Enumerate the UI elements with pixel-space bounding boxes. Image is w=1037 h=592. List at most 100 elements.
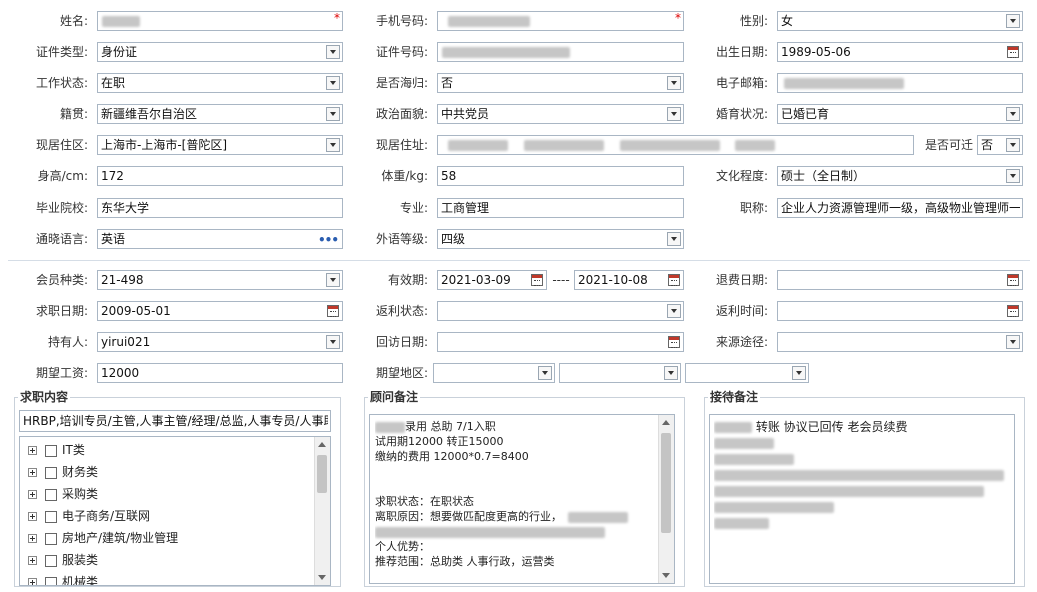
chevron-down-icon[interactable]	[1006, 138, 1020, 152]
calendar-icon[interactable]	[1007, 274, 1019, 286]
job-content-summary[interactable]: HRBP,培训专员/主管,人事主管/经理/总监,人事专员/人事助	[19, 410, 331, 432]
langlevel-select[interactable]: 四级	[437, 229, 684, 249]
chevron-down-icon[interactable]	[664, 366, 678, 380]
chevron-down-icon[interactable]	[326, 273, 340, 287]
scroll-down-icon[interactable]	[662, 573, 670, 578]
area-city-select[interactable]	[559, 363, 681, 383]
tree-item[interactable]: 机械类	[28, 573, 98, 585]
expand-icon[interactable]	[28, 446, 37, 455]
expand-icon[interactable]	[28, 512, 37, 521]
chevron-down-icon[interactable]	[326, 45, 340, 59]
tree-item[interactable]: 服装类	[28, 551, 98, 569]
scroll-up-icon[interactable]	[662, 420, 670, 425]
major-input[interactable]: 工商管理	[437, 198, 684, 218]
expand-icon[interactable]	[28, 534, 37, 543]
expand-icon[interactable]	[28, 490, 37, 499]
chevron-down-icon[interactable]	[326, 335, 340, 349]
calendar-icon[interactable]	[531, 274, 543, 286]
valid-from-input[interactable]: 2021-03-09	[437, 270, 547, 290]
advisor-remarks-textarea[interactable]: 录用 总助 7/1入职 试用期12000 转正15000 缴纳的费用 12000…	[369, 414, 675, 584]
idtype-select[interactable]: 身份证	[97, 42, 343, 62]
chevron-down-icon[interactable]	[667, 76, 681, 90]
name-input[interactable]	[97, 11, 343, 31]
tree-scrollbar[interactable]	[314, 437, 330, 585]
political-value: 中共党员	[441, 107, 490, 121]
expand-icon[interactable]	[28, 556, 37, 565]
tree-item[interactable]: 采购类	[28, 485, 98, 503]
chevron-down-icon[interactable]	[1006, 169, 1020, 183]
checkbox[interactable]	[45, 554, 57, 567]
relocate-select[interactable]: 否	[977, 135, 1023, 155]
redacted-idno	[442, 47, 570, 58]
calendar-icon[interactable]	[327, 305, 339, 317]
visit-date-input[interactable]	[437, 332, 684, 352]
tree-item[interactable]: 电子商务/互联网	[28, 507, 150, 525]
reception-remarks-textarea[interactable]: 转账 协议已回传 老会员续费	[709, 414, 1015, 584]
remark-line: 录用 总助 7/1入职	[375, 419, 656, 434]
marital-select[interactable]: 已婚已育	[777, 104, 1023, 124]
tree-item[interactable]: 财务类	[28, 463, 98, 481]
birth-date-input[interactable]: 1989-05-06	[777, 42, 1023, 62]
address-input[interactable]	[437, 135, 914, 155]
checkbox[interactable]	[45, 510, 57, 523]
job-category-tree[interactable]: IT类 财务类 采购类 电子商务/互联网 房地产/建筑/物业管理 服装类 机械类	[19, 436, 331, 586]
gender-select[interactable]: 女	[777, 11, 1023, 31]
jobdate-input[interactable]: 2009-05-01	[97, 301, 343, 321]
refund-date-input[interactable]	[777, 270, 1023, 290]
scroll-down-icon[interactable]	[318, 575, 326, 580]
language-input[interactable]: 英语 •••	[97, 229, 343, 249]
checkbox[interactable]	[45, 576, 57, 585]
checkbox[interactable]	[45, 466, 57, 479]
chevron-down-icon[interactable]	[667, 107, 681, 121]
native-select[interactable]: 新疆维吾尔自治区	[97, 104, 343, 124]
area-district-select[interactable]	[685, 363, 809, 383]
chevron-down-icon[interactable]	[667, 304, 681, 318]
remark-line	[375, 524, 656, 539]
calendar-icon[interactable]	[1007, 305, 1019, 317]
chevron-down-icon[interactable]	[326, 138, 340, 152]
scroll-thumb[interactable]	[661, 433, 671, 533]
workstatus-select[interactable]: 在职	[97, 73, 343, 93]
political-select[interactable]: 中共党员	[437, 104, 684, 124]
returnee-select[interactable]: 否	[437, 73, 684, 93]
more-options-icon[interactable]: •••	[318, 231, 339, 248]
valid-to-input[interactable]: 2021-10-08	[574, 270, 684, 290]
weight-input[interactable]: 58	[437, 166, 684, 186]
residence-select[interactable]: 上海市-上海市-[普陀区]	[97, 135, 343, 155]
phone-input[interactable]	[437, 11, 684, 31]
scroll-thumb[interactable]	[317, 455, 327, 493]
chevron-down-icon[interactable]	[792, 366, 806, 380]
chevron-down-icon[interactable]	[667, 232, 681, 246]
education-select[interactable]: 硕士（全日制）	[777, 166, 1023, 186]
school-input[interactable]: 东华大学	[97, 198, 343, 218]
expand-icon[interactable]	[28, 578, 37, 585]
advisor-scrollbar[interactable]	[658, 415, 674, 583]
rebate-time-input[interactable]	[777, 301, 1023, 321]
rebate-status-select[interactable]	[437, 301, 684, 321]
checkbox[interactable]	[45, 444, 57, 457]
expand-icon[interactable]	[28, 468, 37, 477]
area-province-select[interactable]	[433, 363, 555, 383]
title-input[interactable]: 企业人力资源管理师一级，高级物业管理师一	[777, 198, 1023, 218]
calendar-icon[interactable]	[668, 336, 680, 348]
calendar-icon[interactable]	[668, 274, 680, 286]
tree-item[interactable]: 房地产/建筑/物业管理	[28, 529, 178, 547]
idno-input[interactable]	[437, 42, 684, 62]
checkbox[interactable]	[45, 532, 57, 545]
holder-select[interactable]: yirui021	[97, 332, 343, 352]
tree-item[interactable]: IT类	[28, 441, 85, 459]
height-input[interactable]: 172	[97, 166, 343, 186]
chevron-down-icon[interactable]	[326, 107, 340, 121]
checkbox[interactable]	[45, 488, 57, 501]
chevron-down-icon[interactable]	[1006, 335, 1020, 349]
salary-input[interactable]: 12000	[97, 363, 343, 383]
chevron-down-icon[interactable]	[1006, 14, 1020, 28]
chevron-down-icon[interactable]	[326, 76, 340, 90]
member-type-select[interactable]: 21-498	[97, 270, 343, 290]
calendar-icon[interactable]	[1007, 46, 1019, 58]
email-input[interactable]	[777, 73, 1023, 93]
source-select[interactable]	[777, 332, 1023, 352]
chevron-down-icon[interactable]	[1006, 107, 1020, 121]
scroll-up-icon[interactable]	[318, 442, 326, 447]
chevron-down-icon[interactable]	[538, 366, 552, 380]
